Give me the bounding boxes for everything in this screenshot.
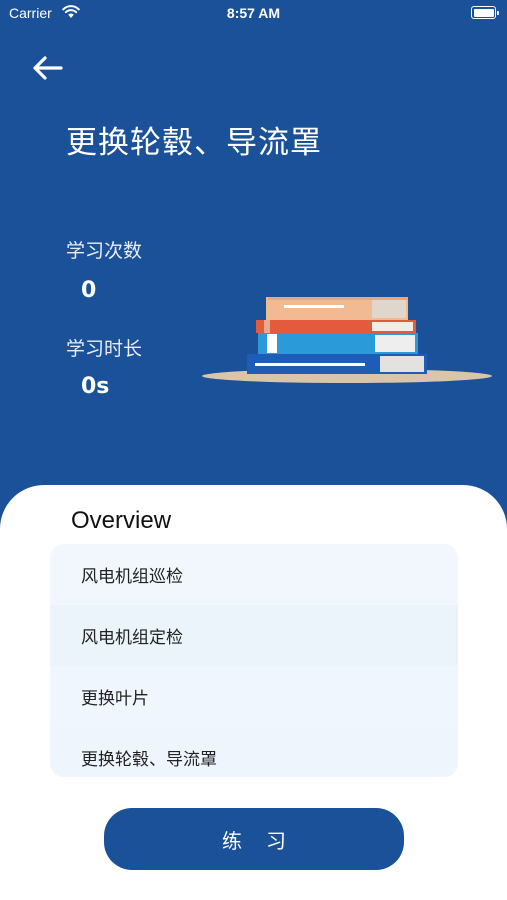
list-item[interactable]: 风电机组定检 [50,605,458,666]
study-count-value: 0 [81,278,97,303]
arrow-left-icon [33,56,63,80]
books-illustration [202,297,492,383]
battery-icon [471,6,499,19]
status-time: 8:57 AM [226,5,281,21]
status-bar: Carrier 8:57 AM [0,0,507,28]
study-count-label: 学习次数 [66,240,143,262]
back-button[interactable] [30,50,66,86]
list-item[interactable]: 更换叶片 [50,666,458,727]
overview-sheet: Overview 风电机组巡检 风电机组定检 更换叶片 更换轮毂、导流罩 练习 [0,485,507,900]
page-title: 更换轮毂、导流罩 [66,125,322,161]
study-duration-label: 学习时长 [66,338,143,360]
overview-title: Overview [71,507,172,534]
practice-button[interactable]: 练习 [104,808,404,870]
course-list: 风电机组巡检 风电机组定检 更换叶片 更换轮毂、导流罩 [50,544,458,777]
study-duration-value: 0s [81,374,110,399]
list-item[interactable]: 更换轮毂、导流罩 [50,727,458,777]
list-item[interactable]: 风电机组巡检 [50,544,458,605]
